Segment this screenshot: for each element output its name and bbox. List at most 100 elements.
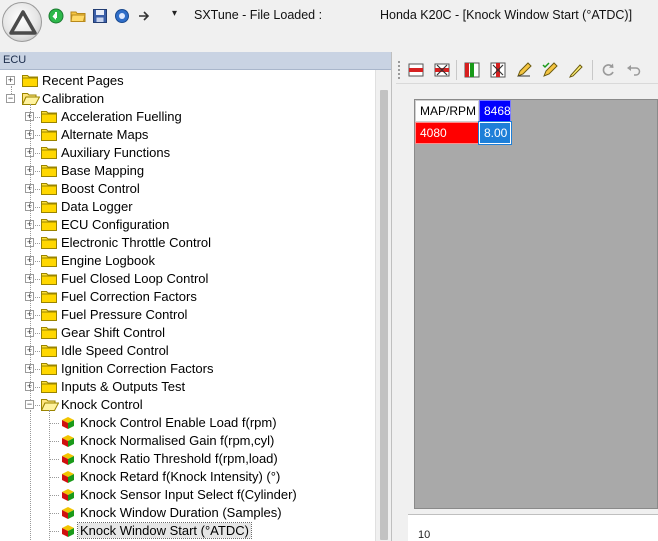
tree-connector: [35, 207, 40, 208]
tree-item-label: Knock Ratio Threshold f(rpm,load): [80, 451, 278, 466]
edit-pencil-check-icon[interactable]: [540, 60, 560, 80]
tree-item-label: Ignition Correction Factors: [61, 361, 214, 376]
tree-item-boost-control[interactable]: + Boost Control: [0, 180, 376, 198]
tree-item-ignition-correction-factors[interactable]: + Ignition Correction Factors: [0, 360, 376, 378]
tree-item-gear-shift-control[interactable]: + Gear Shift Control: [0, 324, 376, 342]
save-icon[interactable]: [90, 6, 110, 26]
tree-item-base-mapping[interactable]: + Base Mapping: [0, 162, 376, 180]
forward-icon[interactable]: [134, 6, 154, 26]
folder-icon: [41, 146, 57, 159]
toolbar-grip-icon[interactable]: [398, 61, 401, 79]
rpm-axis-cell[interactable]: 8468: [479, 100, 511, 122]
collapse-icon[interactable]: −: [25, 400, 34, 409]
tree-item-alternate-maps[interactable]: + Alternate Maps: [0, 126, 376, 144]
collapse-icon[interactable]: −: [6, 94, 15, 103]
highlighter-icon[interactable]: [566, 60, 586, 80]
tree-item-inputs-outputs-test[interactable]: + Inputs & Outputs Test: [0, 378, 376, 396]
tree-connector: [11, 86, 12, 94]
tree-connector: [35, 189, 40, 190]
tree-item-data-logger[interactable]: + Data Logger: [0, 198, 376, 216]
tree-item-label: ECU Configuration: [61, 217, 170, 232]
tree-item-label: Knock Window Duration (Samples): [80, 505, 282, 520]
title-bar: ▾ SXTune - File Loaded : Honda K20C - [K…: [0, 0, 658, 52]
folder-icon: [41, 200, 57, 213]
map-editor-panel: MAP/RPM 8468 4080 8.00 10: [396, 52, 658, 541]
tree-connector: [35, 315, 40, 316]
scrollbar-thumb[interactable]: [380, 90, 388, 540]
tree-connector: [49, 513, 59, 514]
delete-column-icon[interactable]: [488, 60, 508, 80]
tree-item-label: Idle Speed Control: [61, 343, 169, 358]
tree-item-fuel-correction-factors[interactable]: + Fuel Correction Factors: [0, 288, 376, 306]
tree-item-label: Base Mapping: [61, 163, 145, 178]
tree-item-label: Knock Control: [61, 397, 143, 412]
edit-pencil-icon[interactable]: [514, 60, 534, 80]
toolbar-separator: [456, 60, 457, 80]
folder-icon: [41, 110, 57, 123]
open-folder-icon[interactable]: [68, 6, 88, 26]
refresh-icon[interactable]: [598, 60, 618, 80]
folder-icon: [41, 254, 57, 267]
tree-item-label: Fuel Correction Factors: [61, 289, 197, 304]
tree-item-label: Electronic Throttle Control: [61, 235, 212, 250]
table-value-cell[interactable]: 8.00: [478, 121, 512, 145]
tree-scrollbar[interactable]: [375, 70, 391, 541]
tree-connector: [30, 410, 31, 540]
tree-connector: [49, 423, 59, 424]
tree-connector: [35, 261, 40, 262]
folder-icon: [41, 308, 57, 321]
tree-item-fuel-pressure-control[interactable]: + Fuel Pressure Control: [0, 306, 376, 324]
tree-item-calibration[interactable]: − Calibration: [0, 90, 376, 108]
tree-item-label: Alternate Maps: [61, 127, 149, 142]
tree-item-fuel-closed-loop-control[interactable]: + Fuel Closed Loop Control: [0, 270, 376, 288]
tree-item-idle-speed-control[interactable]: + Idle Speed Control: [0, 342, 376, 360]
tree-connector: [35, 351, 40, 352]
tree-connector: [35, 387, 40, 388]
expand-icon[interactable]: +: [6, 76, 15, 85]
map-axis-cell[interactable]: 4080: [415, 122, 479, 144]
map-table-grid: MAP/RPM 8468 4080 8.00: [414, 99, 658, 509]
tree-item-label: Auxiliary Functions: [61, 145, 171, 160]
play-icon[interactable]: [46, 6, 66, 26]
insert-column-icon[interactable]: [462, 60, 482, 80]
tree-connector: [49, 441, 59, 442]
delete-row-icon[interactable]: [432, 60, 452, 80]
ribbon-tabs-clipped: [260, 28, 658, 34]
tree-connector: [35, 171, 40, 172]
folder-icon: [41, 182, 57, 195]
tree-item-recent-pages[interactable]: + Recent Pages: [0, 72, 376, 90]
tree-connector: [49, 410, 50, 540]
tree-item-label: Knock Window Start (°ATDC): [77, 522, 252, 539]
open-folder-icon: [21, 92, 41, 105]
app-logo-triangle-icon: [9, 10, 37, 35]
map-table-icon: [61, 416, 75, 430]
tree-connector: [49, 531, 59, 532]
undo-icon[interactable]: [624, 60, 644, 80]
search-icon[interactable]: [112, 6, 132, 26]
ecu-panel: ECU + Recent Pages − Calibration + Accelerati…: [0, 52, 392, 541]
map-table-icon: [61, 434, 75, 448]
tree-item-knock-control[interactable]: − Knock Control: [0, 396, 376, 414]
tree-item-acceleration-fuelling[interactable]: + Acceleration Fuelling: [0, 108, 376, 126]
folder-icon: [41, 128, 57, 141]
tree-connector: [35, 153, 40, 154]
insert-row-icon[interactable]: [406, 60, 426, 80]
tree-connector: [35, 369, 40, 370]
quick-access-dropdown[interactable]: ▾: [172, 8, 177, 19]
app-logo[interactable]: [2, 2, 42, 42]
folder-icon: [22, 74, 38, 87]
tree-item-label: Engine Logbook: [61, 253, 155, 268]
folder-icon: [41, 218, 57, 231]
tree-item-label: Gear Shift Control: [61, 325, 166, 340]
tree-item-label: Knock Sensor Input Select f(Cylinder): [80, 487, 297, 502]
tree-item-electronic-throttle-control[interactable]: + Electronic Throttle Control: [0, 234, 376, 252]
tree-item-engine-logbook[interactable]: + Engine Logbook: [0, 252, 376, 270]
folder-icon: [41, 326, 57, 339]
tree-item-ecu-configuration[interactable]: + ECU Configuration: [0, 216, 376, 234]
tree-item-label: Fuel Pressure Control: [61, 307, 188, 322]
folder-icon: [41, 344, 57, 357]
tree-item-auxiliary-functions[interactable]: + Auxiliary Functions: [0, 144, 376, 162]
map-table-icon: [61, 506, 75, 520]
open-folder-icon: [40, 398, 60, 411]
tree-item-label: Acceleration Fuelling: [61, 109, 182, 124]
